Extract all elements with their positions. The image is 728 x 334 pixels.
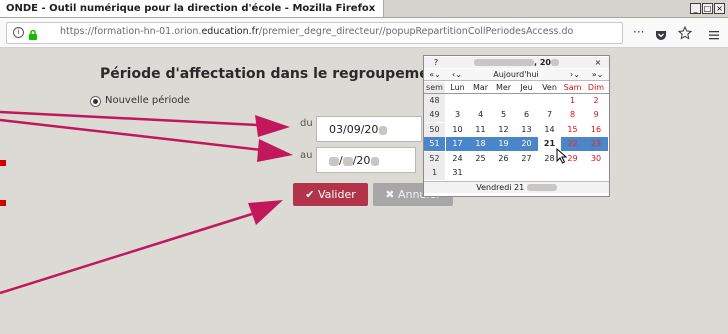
arrow-head [248,200,283,225]
arrow-head [255,115,290,137]
arrow-line [0,110,259,127]
arrow-line [0,118,263,152]
arrow-line [0,212,253,295]
annotation-arrows [0,110,293,295]
arrow-head [257,139,293,162]
